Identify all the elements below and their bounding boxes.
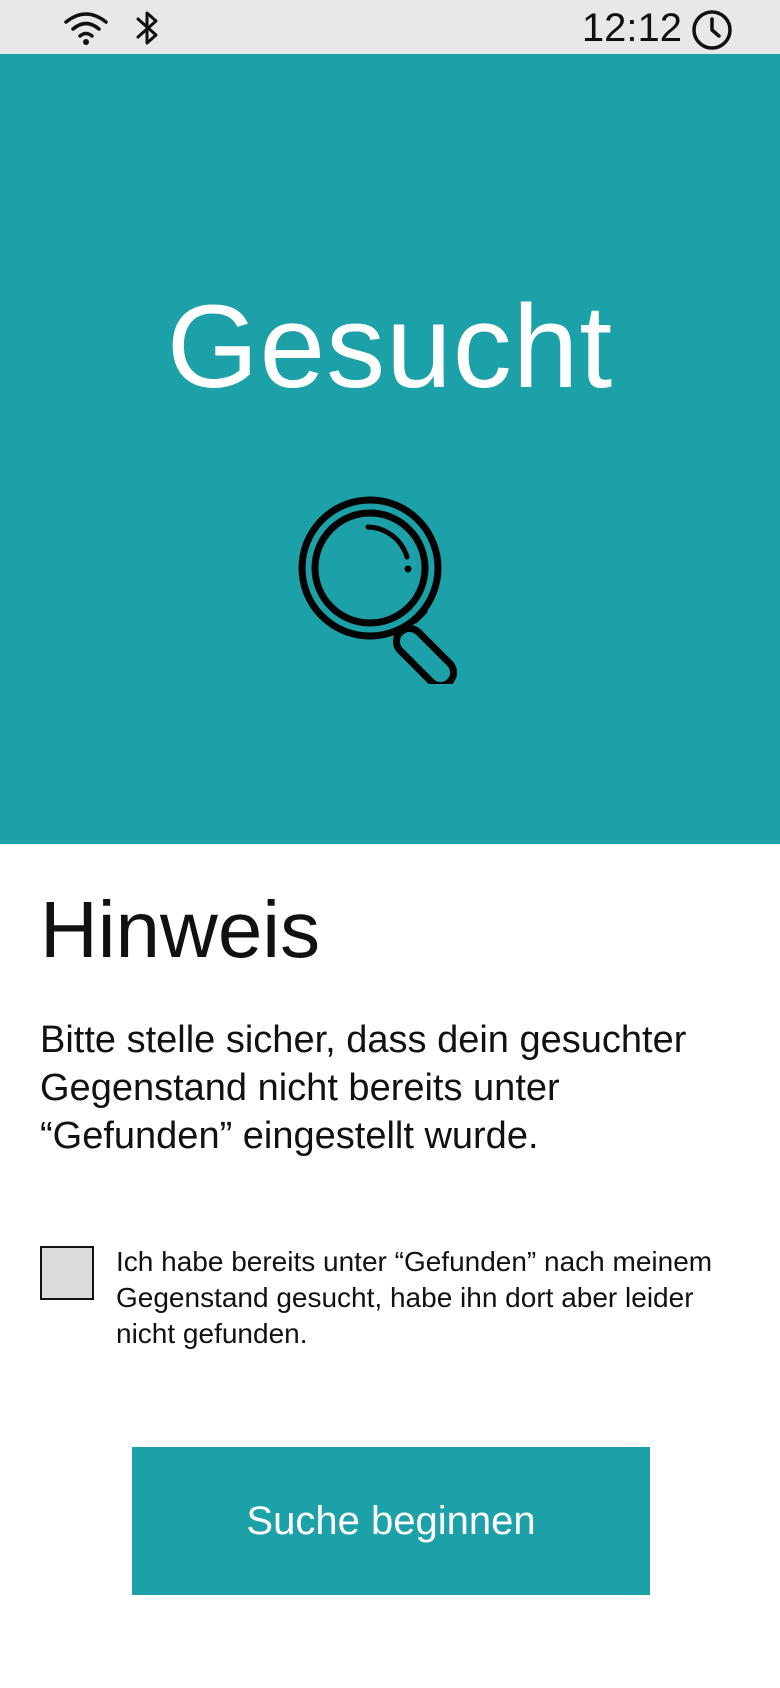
page-title: Gesucht — [166, 281, 614, 413]
clock-icon — [692, 10, 732, 50]
start-search-button[interactable]: Suche beginnen — [132, 1447, 650, 1595]
wifi-icon — [64, 12, 108, 45]
confirmation-label: Ich habe bereits unter “Gefunden” nach m… — [116, 1246, 713, 1349]
bluetooth-icon — [136, 11, 158, 45]
notice-heading: Hinweis — [40, 885, 321, 974]
status-bar: 12:12 — [0, 0, 780, 54]
notice-text: Bitte stelle sicher, dass dein gesuchter… — [40, 1019, 687, 1157]
search-icon — [298, 496, 458, 684]
hero-banner: Gesucht — [0, 54, 780, 844]
status-time: 12:12 — [581, 6, 682, 50]
confirmation-checkbox[interactable] — [40, 1246, 94, 1300]
